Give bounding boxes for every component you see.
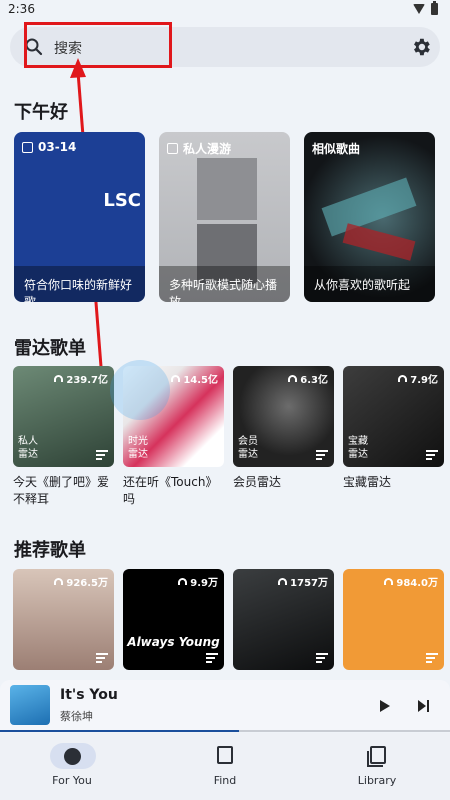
radar-title[interactable]: 宝藏雷达 [343,474,447,491]
headphone-icon [288,375,298,382]
music-note-icon [217,746,233,764]
play-count: 1757万 [290,578,328,589]
queue-icon[interactable] [206,653,218,663]
battery-icon [431,1,438,15]
section-title-daily: 下午好 [14,102,68,123]
play-count: 926.5万 [66,578,108,589]
daily-card-similar[interactable]: 相似歌曲 从你喜欢的歌听起 [304,132,435,302]
play-count: 984.0万 [396,578,438,589]
card-tag: 相似歌曲 [312,142,361,156]
playback-progress-fill [0,730,239,732]
album-cover[interactable] [10,685,50,725]
play-count: 14.5亿 [183,375,218,386]
section-title-radar: 雷达歌单 [14,338,86,359]
disc-icon [64,748,81,765]
play-icon[interactable] [380,700,390,712]
play-count: 239.7亿 [66,375,108,386]
playlist-card[interactable]: 9.9万 Always Young [123,569,224,670]
play-count: 7.9亿 [410,375,438,386]
card-caption: 符合你口味的新鲜好歌 [14,266,145,302]
headphone-icon [384,578,394,585]
radar-label: 时光 雷达 [128,436,148,460]
player-artist: 蔡徐坤 [60,710,93,723]
radar-card[interactable]: 239.7亿 私人 雷达 [13,366,114,467]
radar-title[interactable]: 还在听《Touch》吗 [123,474,227,508]
headphone-icon [278,578,288,585]
queue-icon[interactable] [426,450,438,460]
daily-card-recommend[interactable]: LSC 03-14 符合你口味的新鲜好歌 [14,132,145,302]
playback-progress[interactable] [0,730,450,732]
play-count: 9.9万 [190,578,218,589]
status-bar: 2:36 [0,0,450,20]
library-icon [367,746,386,767]
queue-icon[interactable] [316,653,328,663]
daily-card-roam[interactable]: 私人漫游 多种听歌模式随心播放 [159,132,290,302]
watermark [110,360,170,420]
card-caption: 多种听歌模式随心播放 [159,266,290,302]
mini-player[interactable]: It's You 蔡徐坤 [0,680,450,732]
queue-icon[interactable] [426,653,438,663]
radar-label: 会员 雷达 [238,436,258,460]
radar-card[interactable]: 7.9亿 宝藏 雷达 [343,366,444,467]
calendar-icon [22,141,33,153]
radio-icon [167,143,178,154]
card-caption: 从你喜欢的歌听起 [304,266,435,302]
status-time: 2:36 [8,2,35,16]
cover-text: Always Young [127,635,220,649]
radar-label: 私人 雷达 [18,436,38,460]
section-title-recommended: 推荐歌单 [14,540,86,561]
skip-next-icon[interactable] [418,700,430,712]
playlist-card[interactable]: 1757万 [233,569,334,670]
playlist-card[interactable]: 984.0万 [343,569,444,670]
headphone-icon [398,375,408,382]
radar-label: 宝藏 雷达 [348,436,368,460]
player-title: It's You [60,687,118,703]
headphone-icon [54,375,64,382]
queue-icon[interactable] [96,450,108,460]
radar-title[interactable]: 会员雷达 [233,474,337,491]
nav-find[interactable]: Find [150,733,300,800]
headphone-icon [54,578,64,585]
queue-icon[interactable] [206,450,218,460]
bottom-nav: For You Find Library [0,733,450,800]
card-tag: 03-14 [38,140,77,154]
cover-text: LSC [103,190,141,211]
queue-icon[interactable] [316,450,328,460]
play-count: 6.3亿 [300,375,328,386]
headphone-icon [178,578,188,585]
wifi-icon [413,4,425,14]
queue-icon[interactable] [96,653,108,663]
radar-title[interactable]: 今天《删了吧》爱不释耳 [13,474,117,508]
card-tag: 私人漫游 [183,142,232,156]
nav-for-you[interactable]: For You [0,733,150,800]
gear-icon[interactable] [410,36,432,58]
highlight-box [24,22,172,68]
nav-label: For You [52,774,92,787]
radar-card[interactable]: 6.3亿 会员 雷达 [233,366,334,467]
nav-label: Find [213,774,237,787]
nav-label: Library [357,774,397,787]
playlist-card[interactable]: 926.5万 [13,569,114,670]
headphone-icon [171,375,181,382]
